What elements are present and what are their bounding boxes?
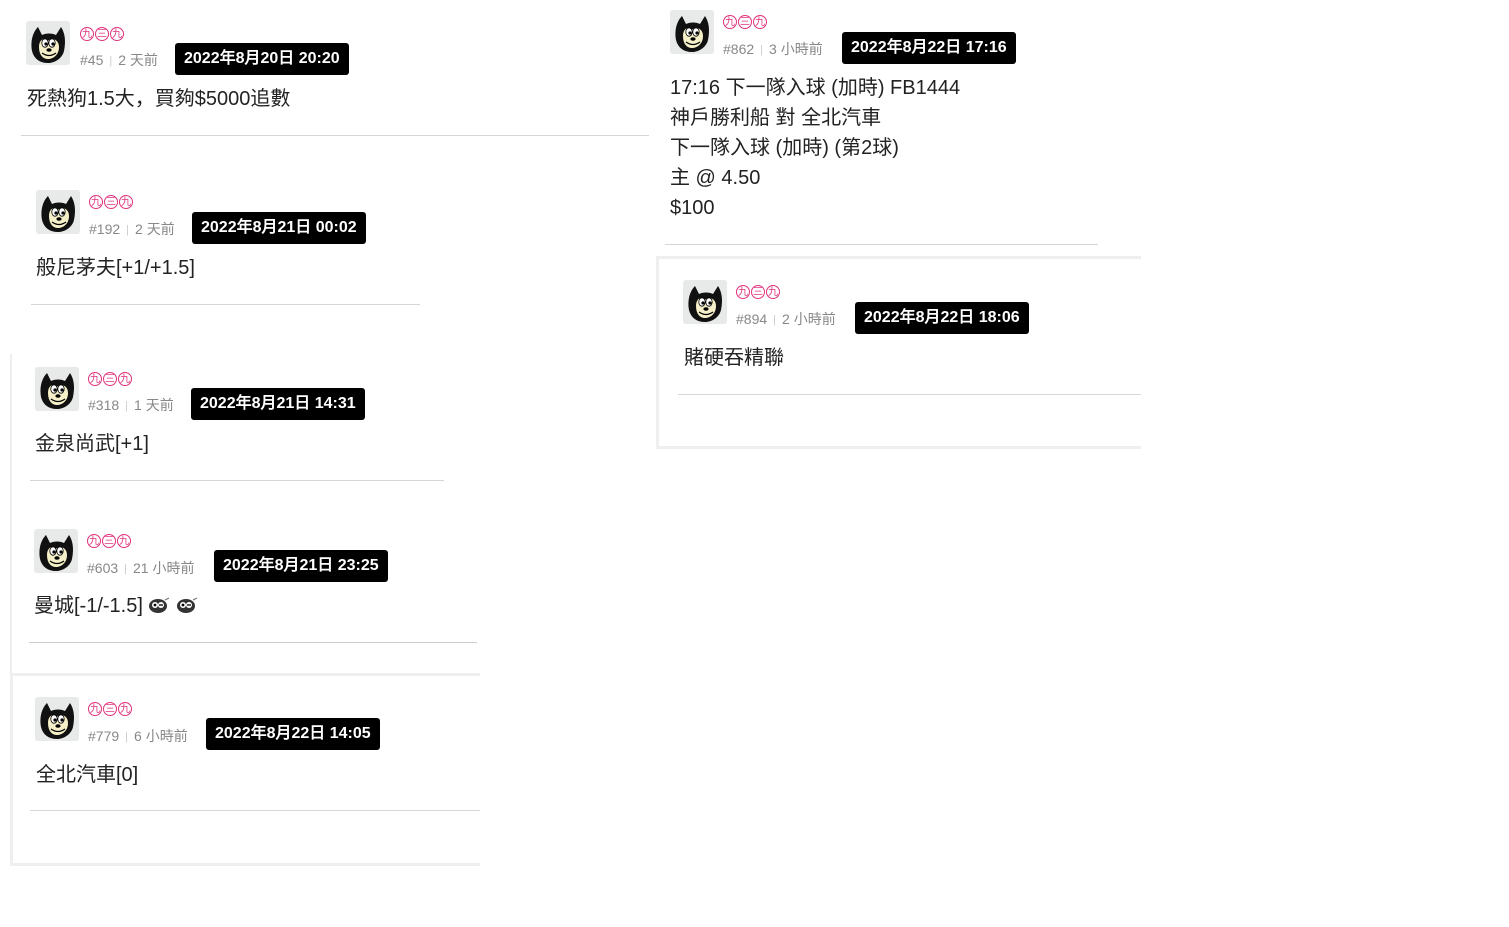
winking-emoji-icon — [148, 593, 170, 613]
divider — [678, 394, 1141, 395]
post-card: 九三九 #318 | 1 天前 2022年8月21日 14:31 金泉尚武[+1] — [12, 354, 444, 514]
cartoon-cat-avatar-icon — [670, 10, 714, 54]
divider — [31, 304, 420, 305]
post-content: 全北汽車[0] — [36, 764, 139, 786]
post-meta: #603 | 21 小時前 — [87, 560, 195, 576]
post-content: 死熱狗1.5大，買夠$5000追數 — [27, 88, 291, 110]
post-card: 九三九 #192 | 2 天前 2022年8月21日 00:02 般尼茅夫[+1/+… — [14, 186, 420, 356]
post-card: 九三九 #779 | 6 小時前 2022年8月22日 14:05 全北汽車[0] — [10, 673, 480, 866]
cartoon-cat-avatar-icon — [26, 21, 70, 65]
relative-time: 3 小時前 — [769, 41, 823, 57]
nickname[interactable]: 九三九 — [88, 699, 133, 716]
divider — [30, 810, 480, 811]
post-meta: #894 | 2 小時前 — [736, 311, 836, 327]
cartoon-cat-avatar-icon — [36, 190, 80, 234]
floor-number[interactable]: #603 — [87, 560, 118, 576]
cartoon-cat-avatar-icon — [35, 697, 79, 741]
post-content: 17:16 下一隊入球 (加時) FB1444 神戶勝利船 對 全北汽車 下一隊… — [670, 77, 961, 219]
nickname[interactable]: 九三九 — [736, 282, 781, 299]
nickname[interactable]: 九三九 — [87, 531, 132, 548]
datetime-tooltip: 2022年8月22日 17:16 — [842, 32, 1016, 64]
floor-number[interactable]: #318 — [88, 397, 119, 413]
nickname[interactable]: 九三九 — [723, 12, 768, 29]
post-content: 金泉尚武[+1] — [35, 433, 149, 455]
post-content: 賭硬吞精聯 — [684, 347, 784, 369]
relative-time: 6 小時前 — [134, 728, 188, 744]
post-card: 九三九 #894 | 2 小時前 2022年8月22日 18:06 賭硬吞精聯 — [656, 256, 1141, 449]
post-content: 般尼茅夫[+1/+1.5] — [36, 257, 195, 279]
divider — [29, 642, 477, 643]
avatar[interactable] — [36, 190, 80, 234]
cartoon-cat-avatar-icon — [35, 367, 79, 411]
floor-number[interactable]: #894 — [736, 311, 767, 327]
avatar[interactable] — [34, 529, 78, 573]
avatar[interactable] — [35, 367, 79, 411]
floor-number[interactable]: #779 — [88, 728, 119, 744]
post-meta: #192 | 2 天前 — [89, 221, 175, 237]
datetime-tooltip: 2022年8月22日 14:05 — [206, 718, 380, 750]
avatar[interactable] — [35, 697, 79, 741]
post-card: 九三九 #862 | 3 小時前 2022年8月22日 17:16 17:16 下一… — [658, 0, 1098, 255]
relative-time: 1 天前 — [134, 397, 174, 413]
post-content: 曼城[-1/-1.5] — [34, 591, 204, 621]
relative-time: 2 天前 — [118, 52, 158, 68]
post-meta: #779 | 6 小時前 — [88, 728, 188, 744]
nickname[interactable]: 九三九 — [88, 369, 133, 386]
datetime-tooltip: 2022年8月21日 23:25 — [214, 550, 388, 582]
floor-number[interactable]: #192 — [89, 221, 120, 237]
nickname[interactable]: 九三九 — [89, 192, 134, 209]
relative-time: 2 小時前 — [782, 311, 836, 327]
post-card: 九三九 #603 | 21 小時前 2022年8月21日 23:25 曼城[-1/-… — [12, 514, 477, 676]
post-meta: #862 | 3 小時前 — [723, 41, 823, 57]
avatar[interactable] — [683, 280, 727, 324]
datetime-tooltip: 2022年8月21日 14:31 — [191, 388, 365, 420]
nickname[interactable]: 九三九 — [80, 24, 125, 41]
datetime-tooltip: 2022年8月22日 18:06 — [855, 302, 1029, 334]
divider — [21, 135, 649, 136]
avatar[interactable] — [26, 21, 70, 65]
avatar[interactable] — [670, 10, 714, 54]
datetime-tooltip: 2022年8月21日 00:02 — [192, 212, 366, 244]
cartoon-cat-avatar-icon — [683, 280, 727, 324]
floor-number[interactable]: #45 — [80, 52, 103, 68]
divider — [665, 244, 1098, 245]
relative-time: 21 小時前 — [133, 560, 195, 576]
post-card: 九三九 #45 | 2 天前 2022年8月20日 20:20 死熱狗1.5大，買夠… — [4, 0, 649, 186]
post-meta: #318 | 1 天前 — [88, 397, 174, 413]
relative-time: 2 天前 — [135, 221, 175, 237]
divider — [30, 480, 444, 481]
cartoon-cat-avatar-icon — [34, 529, 78, 573]
floor-number[interactable]: #862 — [723, 41, 754, 57]
winking-emoji-icon — [176, 593, 198, 613]
post-meta: #45 | 2 天前 — [80, 52, 158, 68]
datetime-tooltip: 2022年8月20日 20:20 — [175, 43, 349, 75]
